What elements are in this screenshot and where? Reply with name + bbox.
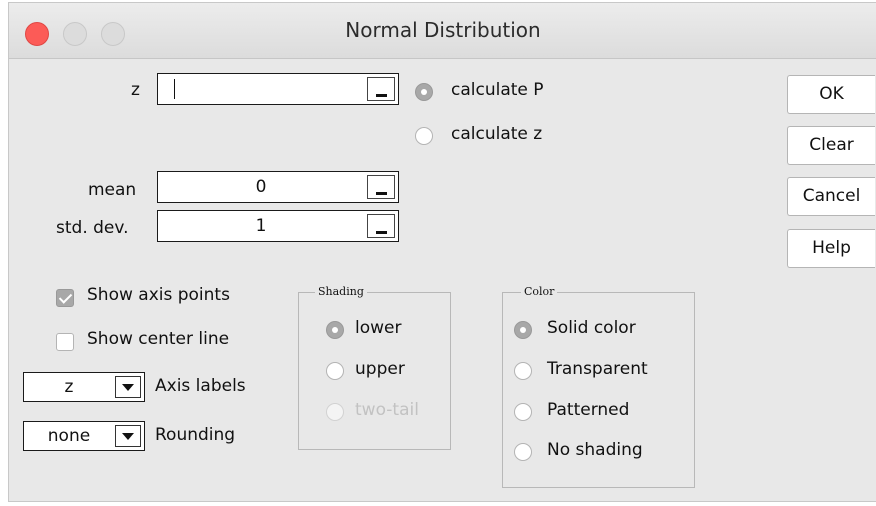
calculate-z-label: calculate z: [451, 124, 543, 144]
calculate-z-radio[interactable]: [415, 127, 433, 145]
std-dev-label: std. dev.: [56, 218, 129, 238]
z-input[interactable]: [157, 73, 399, 105]
color-patterned-radio[interactable]: [514, 403, 532, 421]
shading-upper-label: upper: [355, 359, 405, 379]
rounding-value: none: [47, 426, 91, 446]
normal-distribution-dialog: Normal Distribution z calculate P calcul…: [8, 2, 876, 502]
help-button[interactable]: Help: [787, 229, 875, 268]
color-no-shading-label: No shading: [547, 440, 643, 460]
axis-labels-value: z: [64, 377, 74, 397]
axis-labels-dropdown-icon[interactable]: [115, 376, 141, 398]
std-dev-picker-button[interactable]: [367, 214, 395, 238]
shading-group-title: Shading: [315, 285, 367, 298]
ok-button[interactable]: OK: [787, 75, 875, 114]
mean-value: 0: [255, 177, 267, 197]
std-dev-value: 1: [255, 216, 267, 236]
shading-upper-radio[interactable]: [326, 362, 344, 380]
show-axis-points-checkbox[interactable]: [56, 289, 74, 307]
color-solid-radio[interactable]: [514, 321, 532, 339]
color-solid-label: Solid color: [547, 318, 636, 338]
mean-picker-button[interactable]: [367, 175, 395, 199]
color-transparent-radio[interactable]: [514, 362, 532, 380]
shading-lower-label: lower: [355, 318, 402, 338]
shading-lower-radio[interactable]: [326, 321, 344, 339]
mean-label: mean: [88, 180, 137, 200]
calculate-p-radio[interactable]: [415, 83, 433, 101]
clear-button[interactable]: Clear: [787, 126, 875, 165]
axis-labels-select[interactable]: z: [23, 372, 145, 402]
cancel-button[interactable]: Cancel: [787, 177, 875, 216]
color-group-title: Color: [521, 285, 558, 298]
rounding-label: Rounding: [155, 425, 236, 445]
rounding-select[interactable]: none: [23, 421, 145, 451]
window-title: Normal Distribution: [345, 18, 541, 42]
std-dev-input[interactable]: 1: [157, 210, 399, 242]
color-no-shading-radio[interactable]: [514, 443, 532, 461]
show-axis-points-label: Show axis points: [87, 285, 230, 305]
show-center-line-checkbox[interactable]: [56, 333, 74, 351]
rounding-dropdown-icon[interactable]: [115, 425, 141, 447]
z-picker-button[interactable]: [367, 77, 395, 101]
mean-input[interactable]: 0: [157, 171, 399, 203]
title-bar: Normal Distribution: [9, 3, 876, 59]
show-center-line-label: Show center line: [87, 329, 230, 349]
color-patterned-label: Patterned: [547, 400, 630, 420]
calculate-p-label: calculate P: [451, 80, 544, 100]
axis-labels-label: Axis labels: [155, 376, 246, 396]
text-cursor: [174, 79, 175, 99]
z-label: z: [131, 80, 140, 100]
shading-two-tail-label: two-tail: [355, 400, 419, 420]
color-transparent-label: Transparent: [547, 359, 648, 379]
shading-two-tail-radio[interactable]: [326, 403, 344, 421]
